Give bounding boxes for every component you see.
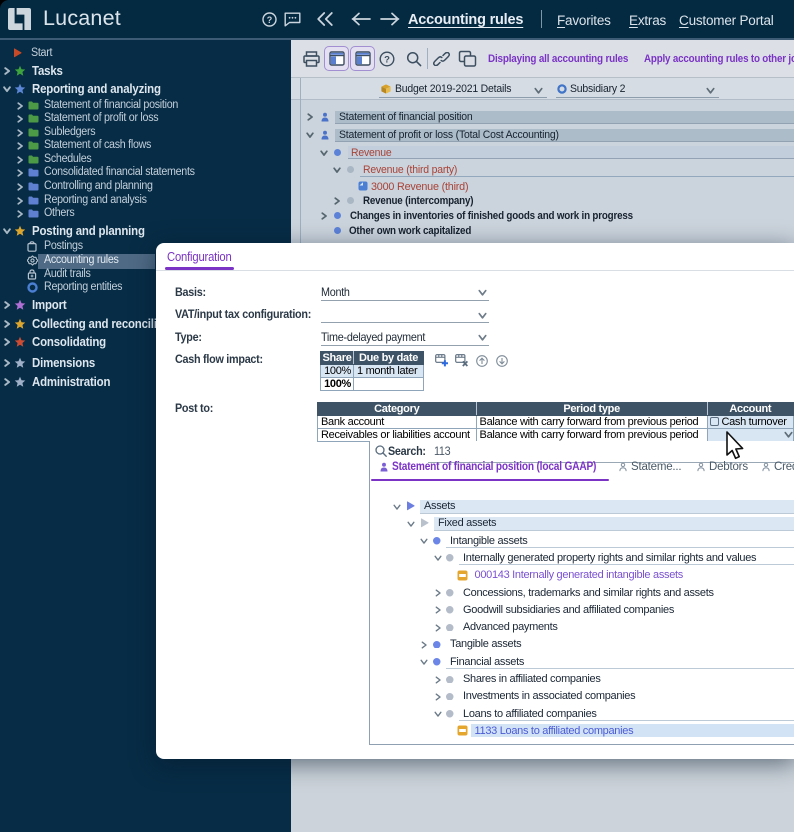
svg-text:?: ? [267, 15, 273, 25]
svg-text:?: ? [384, 54, 390, 65]
